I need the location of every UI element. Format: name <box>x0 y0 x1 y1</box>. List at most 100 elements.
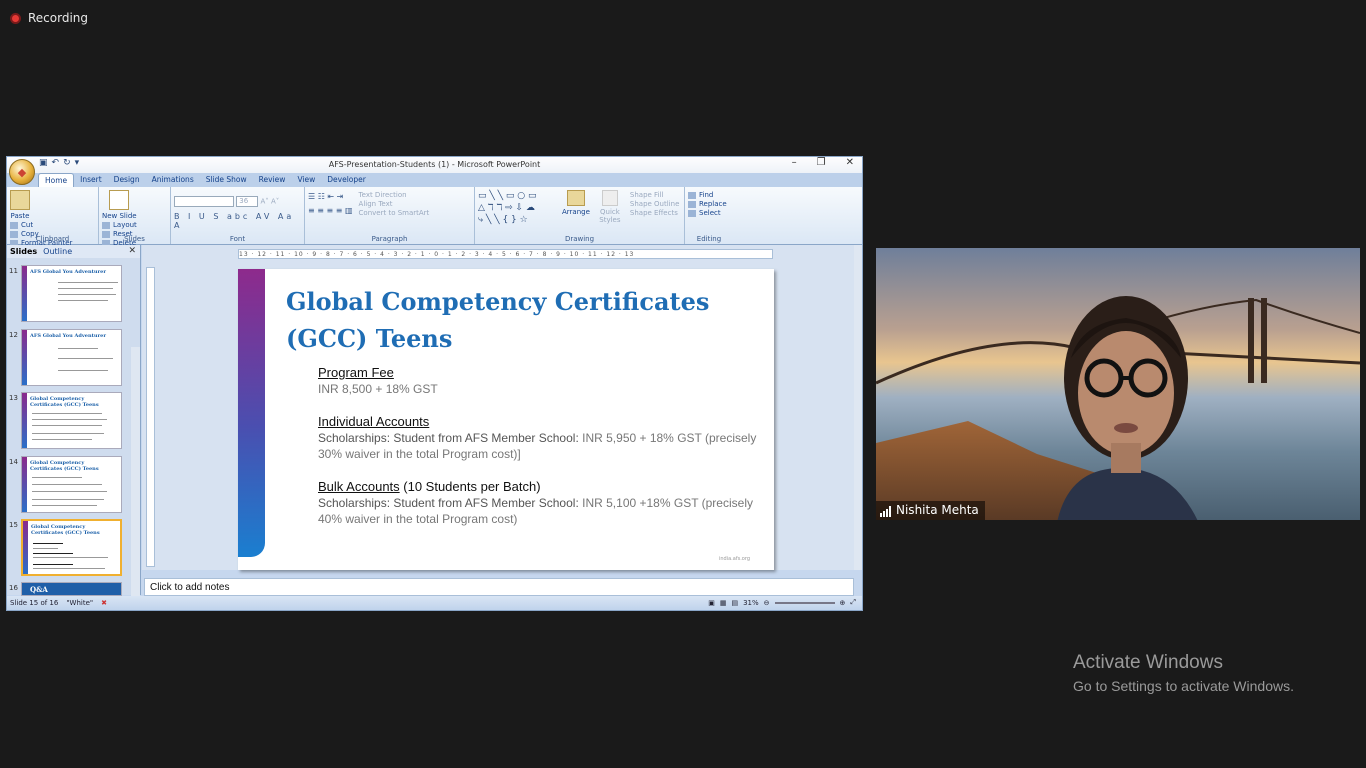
list-buttons[interactable]: ☰ ☷ ⇤ ⇥ ≡ ≡ ≡ ≡ ▥ <box>308 190 353 218</box>
zoom-in-icon[interactable]: ⊕ <box>840 599 846 607</box>
close-icon[interactable]: ✕ <box>128 246 136 256</box>
quick-styles-icon <box>601 190 618 206</box>
shape-outline-button[interactable]: Shape Outline <box>630 200 679 208</box>
cursor-icon <box>688 209 696 217</box>
thumbnail-title: Q&A <box>30 585 48 594</box>
tab-view[interactable]: View <box>291 173 321 187</box>
thumbnail-number: 16 <box>9 584 18 592</box>
restore-icon[interactable]: ❐ <box>817 157 826 168</box>
office-button[interactable]: ◆ <box>9 159 35 185</box>
slide-editing-area: 13 · 12 · 11 · 10 · 9 · 8 · 7 · 6 · 5 · … <box>142 245 862 570</box>
select-button[interactable]: Select <box>688 209 730 217</box>
tab-review[interactable]: Review <box>253 173 292 187</box>
program-fee-section[interactable]: Program Fee INR 8,500 + 18% GST <box>318 365 758 397</box>
slide-thumbnail[interactable]: AFS Global You Adventurer <box>21 329 122 386</box>
section-label: Scholarships: Student from AFS Member Sc… <box>318 431 579 445</box>
slides-group-label: Slides <box>124 235 145 243</box>
replace-button[interactable]: Replace <box>688 200 730 208</box>
zoom-level[interactable]: 31% <box>743 599 759 607</box>
editing-group-label: Editing <box>696 235 722 243</box>
recording-indicator: Recording <box>10 11 88 25</box>
bulk-accounts-section[interactable]: Bulk Accounts (10 Students per Batch) Sc… <box>318 479 758 527</box>
individual-accounts-section[interactable]: Individual Accounts Scholarships: Studen… <box>318 414 758 462</box>
slide-accent-bar <box>238 269 265 557</box>
replace-icon <box>688 200 696 208</box>
powerpoint-window: ◆ ▣ ↶ ↻ ▾ AFS-Presentation-Students (1) … <box>6 156 863 611</box>
slide-sorter-icon[interactable]: ▦ <box>720 599 727 607</box>
shape-fill-button[interactable]: Shape Fill <box>630 191 679 199</box>
zoom-slider[interactable] <box>774 601 835 604</box>
slides-panel: Slides Outline ✕ 11 AFS Global You Adven… <box>7 245 141 610</box>
thumbnail-number: 12 <box>9 331 18 339</box>
align-text-button[interactable]: Align Text <box>359 200 430 208</box>
drawing-group-label: Drawing <box>564 235 595 243</box>
slide-scrollbar[interactable] <box>854 245 862 570</box>
section-heading-note: (10 Students per Batch) <box>399 479 541 494</box>
convert-smartart-button[interactable]: Convert to SmartArt <box>359 209 430 217</box>
slide-footer: india.afs.org <box>719 556 750 562</box>
participant-name-tag: Nishita Mehta <box>876 501 985 520</box>
slide-thumbnail[interactable]: Q&A <box>21 582 122 596</box>
drawing-group: ▭ ╲ ╲ ▭ ○ ▭ △ ℸ ℸ ⇨ ⇩ ☁ ⤷ ╲ ╲ { } ☆ Arrang… <box>475 187 685 244</box>
font-name-box[interactable] <box>174 196 234 207</box>
new-slide-icon <box>109 190 130 210</box>
notes-pane[interactable]: Click to add notes <box>144 578 854 596</box>
slide-thumbnail[interactable]: Global Competency Certificates (GCC) Tee… <box>21 456 122 513</box>
panel-tabs: Slides Outline <box>7 245 140 258</box>
section-detail: INR 8,500 + 18% GST <box>318 382 438 396</box>
shape-effects-button[interactable]: Shape Effects <box>630 209 679 217</box>
text-direction-button[interactable]: Text Direction <box>359 191 430 199</box>
layout-icon <box>102 221 110 229</box>
thumbnail-title: Global Competency Certificates (GCC) Tee… <box>31 524 100 536</box>
thumbnail-title: AFS Global You Adventurer <box>30 269 106 275</box>
font-format-buttons[interactable]: B I U S abc AV Aa A <box>174 212 301 230</box>
vertical-ruler <box>146 267 155 567</box>
zoom-out-icon[interactable]: ⊖ <box>764 599 770 607</box>
cut-button[interactable]: Cut <box>10 221 72 229</box>
thumbnail-number: 14 <box>9 458 18 466</box>
minimize-icon[interactable]: – <box>792 157 797 168</box>
tab-home[interactable]: Home <box>38 173 75 187</box>
thumbnail-title: Global Competency Certificates (GCC) Tee… <box>30 460 99 472</box>
thumbnail-number: 13 <box>9 394 18 402</box>
slide-thumbnail-selected[interactable]: Global Competency Certificates (GCC) Tee… <box>21 519 122 576</box>
close-icon[interactable]: ✕ <box>846 157 854 168</box>
thumbnails-scrollbar[interactable] <box>131 347 140 610</box>
participant-person <box>1057 296 1198 520</box>
slide-thumbnail[interactable]: AFS Global You Adventurer <box>21 265 122 322</box>
shapes-gallery[interactable]: ▭ ╲ ╲ ▭ ○ ▭ △ ℸ ℸ ⇨ ⇩ ☁ ⤷ ╲ ╲ { } ☆ <box>478 190 558 226</box>
tab-developer[interactable]: Developer <box>321 173 372 187</box>
spelling-icon[interactable]: ✖ <box>101 599 107 607</box>
tab-outline[interactable]: Outline <box>43 247 72 256</box>
watermark-title: Activate Windows <box>1073 652 1223 673</box>
tab-slides[interactable]: Slides <box>10 247 37 256</box>
thumbnail-title: Global Competency Certificates (GCC) Tee… <box>30 396 99 408</box>
slide-thumbnail[interactable]: Global Competency Certificates (GCC) Tee… <box>21 392 122 449</box>
current-slide[interactable]: Global Competency Certificates (GCC) Tee… <box>238 269 774 570</box>
binoculars-icon <box>688 191 696 199</box>
scissors-icon <box>10 221 18 229</box>
participant-video[interactable]: Nishita Mehta <box>876 248 1360 520</box>
window-title: AFS-Presentation-Students (1) - Microsof… <box>328 160 541 169</box>
slide-title[interactable]: Global Competency Certificates (GCC) Tee… <box>286 283 756 357</box>
ribbon: Paste Cut Copy Format Painter Clipboard … <box>7 187 862 247</box>
slide-show-icon[interactable]: ▤ <box>731 599 738 607</box>
quick-styles-button[interactable]: Quick Styles <box>597 190 623 226</box>
participant-name: Nishita Mehta <box>896 503 979 517</box>
arrange-button[interactable]: Arrange <box>562 190 590 226</box>
slides-group: New Slide Layout Reset Delete Slides <box>99 187 171 247</box>
fit-window-icon[interactable]: ⤢ <box>850 598 856 607</box>
paste-button[interactable]: Paste <box>10 190 30 220</box>
slide-counter: Slide 15 of 16 <box>10 599 59 607</box>
tab-insert[interactable]: Insert <box>74 173 108 187</box>
find-button[interactable]: Find <box>688 191 730 199</box>
tab-slide-show[interactable]: Slide Show <box>200 173 253 187</box>
grow-font-icon[interactable]: A˄ A˅ <box>260 198 279 206</box>
new-slide-button[interactable]: New Slide <box>102 190 137 220</box>
layout-button[interactable]: Layout <box>102 221 137 229</box>
thumbnail-number: 11 <box>9 267 18 275</box>
tab-animations[interactable]: Animations <box>146 173 200 187</box>
normal-view-icon[interactable]: ▣ <box>708 599 715 607</box>
tab-design[interactable]: Design <box>108 173 146 187</box>
font-size-box[interactable]: 36 <box>236 196 259 207</box>
